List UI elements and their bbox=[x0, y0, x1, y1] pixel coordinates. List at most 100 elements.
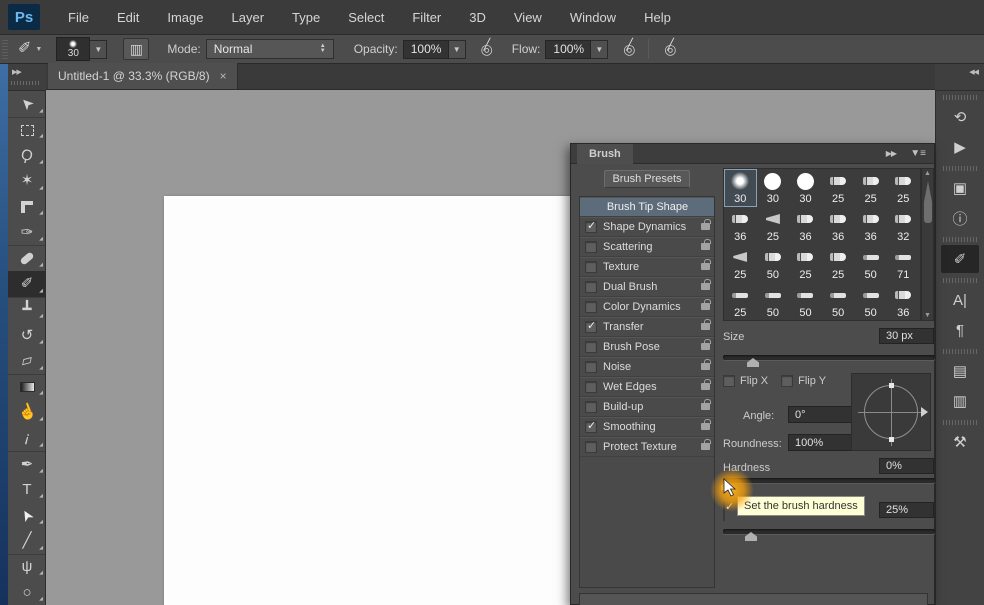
lock-icon[interactable] bbox=[701, 323, 710, 330]
menu-file[interactable]: File bbox=[54, 4, 103, 31]
brush-panel-icon[interactable]: ✐ bbox=[941, 245, 979, 273]
brush-preset[interactable]: 25 bbox=[822, 169, 855, 207]
brush-option-transfer[interactable]: Transfer bbox=[580, 317, 714, 337]
hand-tool[interactable]: ψ◢ bbox=[8, 554, 46, 580]
transfer-checkbox[interactable] bbox=[585, 321, 597, 333]
crop-tool[interactable]: ◢ bbox=[8, 194, 46, 220]
styles-panel-icon[interactable]: ▤ bbox=[941, 357, 979, 385]
shape-dynamics-checkbox[interactable] bbox=[585, 221, 597, 233]
collapse-panel-icon[interactable]: ▶▶ bbox=[886, 149, 896, 158]
lock-icon[interactable] bbox=[701, 343, 710, 350]
brush-preset[interactable]: 25 bbox=[789, 245, 822, 283]
panel-menu-icon[interactable]: ▼≡ bbox=[910, 148, 926, 159]
lock-icon[interactable] bbox=[701, 363, 710, 370]
layer-comps-panel-icon[interactable]: ▥ bbox=[941, 387, 979, 415]
flip-y-checkbox[interactable] bbox=[781, 375, 793, 387]
spacing-value-box[interactable]: 25% bbox=[879, 502, 934, 518]
close-icon[interactable]: × bbox=[220, 69, 227, 83]
hardness-slider[interactable] bbox=[723, 478, 935, 483]
lock-icon[interactable] bbox=[701, 283, 710, 290]
opacity-dropdown-button[interactable]: ▼ bbox=[449, 40, 466, 59]
brush-option-scattering[interactable]: Scattering bbox=[580, 237, 714, 257]
rectangular-marquee-tool[interactable]: ◢ bbox=[8, 117, 46, 143]
eraser-tool[interactable]: ▱◢ bbox=[8, 348, 46, 374]
brush-option-texture[interactable]: Texture bbox=[580, 257, 714, 277]
magic-wand-tool[interactable]: ✶◢ bbox=[8, 168, 46, 194]
brush-tool[interactable]: ✐◢ bbox=[8, 271, 46, 297]
paragraph-panel-icon[interactable]: ¶ bbox=[941, 316, 979, 344]
brush-preset[interactable]: 36 bbox=[822, 207, 855, 245]
menu-type[interactable]: Type bbox=[278, 4, 334, 31]
brush-presets-button[interactable]: Brush Presets bbox=[604, 170, 690, 188]
history-panel-icon[interactable]: ⟲ bbox=[941, 103, 979, 131]
brush-preset[interactable]: 32 bbox=[887, 207, 920, 245]
lock-icon[interactable] bbox=[701, 303, 710, 310]
lock-icon[interactable] bbox=[701, 263, 710, 270]
brush-pose-checkbox[interactable] bbox=[585, 341, 597, 353]
lock-icon[interactable] bbox=[701, 403, 710, 410]
lock-icon[interactable] bbox=[701, 423, 710, 430]
collapse-tools-icon[interactable]: ▶▶ bbox=[12, 68, 21, 76]
line-tool[interactable]: ╱◢ bbox=[8, 528, 46, 554]
flip-x-checkbox[interactable] bbox=[723, 375, 735, 387]
current-tool-button[interactable]: ✐ ▼ bbox=[18, 41, 42, 57]
menu-filter[interactable]: Filter bbox=[398, 4, 455, 31]
flow-dropdown-button[interactable]: ▼ bbox=[591, 40, 608, 59]
lasso-tool[interactable]: Ϙ◢ bbox=[8, 142, 46, 168]
pen-tool[interactable]: ✒◢ bbox=[8, 451, 46, 477]
brush-preset[interactable]: 30 bbox=[724, 169, 757, 207]
scroll-down-icon[interactable]: ▼ bbox=[924, 312, 931, 319]
wet-edges-checkbox[interactable] bbox=[585, 381, 597, 393]
dock-header[interactable]: ◀◀ bbox=[935, 64, 984, 91]
dock-grip[interactable] bbox=[943, 420, 977, 425]
type-tool[interactable]: T◢ bbox=[8, 477, 46, 503]
dock-grip[interactable] bbox=[943, 166, 977, 171]
brush-option-shape-dynamics[interactable]: Shape Dynamics bbox=[580, 217, 714, 237]
tools-panel-header[interactable]: ▶▶ bbox=[8, 64, 46, 91]
hardness-value-box[interactable]: 0% bbox=[879, 458, 934, 474]
brush-preset[interactable]: 25 bbox=[822, 245, 855, 283]
scroll-up-icon[interactable]: ▲ bbox=[924, 170, 931, 177]
dock-grip[interactable] bbox=[943, 349, 977, 354]
brush-preset-dropdown-button[interactable]: ▼ bbox=[90, 40, 107, 59]
size-value-box[interactable]: 30 px bbox=[879, 328, 934, 344]
tools-grip[interactable] bbox=[11, 81, 41, 85]
menu-image[interactable]: Image bbox=[153, 4, 217, 31]
scrollbar-thumb[interactable] bbox=[924, 181, 932, 223]
build-up-checkbox[interactable] bbox=[585, 401, 597, 413]
menu-window[interactable]: Window bbox=[556, 4, 630, 31]
materials-panel-icon[interactable]: ▣ bbox=[941, 174, 979, 202]
brush-preset-picker[interactable]: 30 ▼ bbox=[56, 37, 107, 61]
menu-edit[interactable]: Edit bbox=[103, 4, 153, 31]
brush-option-protect-texture[interactable]: Protect Texture bbox=[580, 437, 714, 457]
angle-arrow-icon[interactable] bbox=[921, 407, 928, 417]
lock-icon[interactable] bbox=[701, 223, 710, 230]
brush-preset[interactable]: 25 bbox=[724, 283, 757, 321]
brush-option-noise[interactable]: Noise bbox=[580, 357, 714, 377]
brush-preset[interactable]: 25 bbox=[854, 169, 887, 207]
options-grip[interactable] bbox=[2, 39, 8, 59]
pressure-opacity-button[interactable]: ◎ bbox=[474, 38, 500, 60]
menu-view[interactable]: View bbox=[500, 4, 556, 31]
menu-3d[interactable]: 3D bbox=[455, 4, 500, 31]
brush-preset[interactable]: 50 bbox=[757, 245, 790, 283]
brush-preset[interactable]: 25 bbox=[887, 169, 920, 207]
move-tool[interactable]: ➤◢ bbox=[8, 91, 46, 117]
brush-preset[interactable]: 36 bbox=[724, 207, 757, 245]
airbrush-button[interactable]: ◎ bbox=[657, 38, 683, 60]
eyedropper-tool[interactable]: ✑◢ bbox=[8, 219, 46, 245]
dock-grip[interactable] bbox=[943, 95, 977, 100]
brush-preset[interactable]: 30 bbox=[789, 169, 822, 207]
brush-tip-shape-item[interactable]: Brush Tip Shape bbox=[580, 197, 714, 217]
mode-select[interactable]: Normal ▲▼ bbox=[206, 39, 334, 59]
opacity-value-box[interactable]: 100% bbox=[403, 40, 449, 59]
spot-healing-brush-tool[interactable]: ◢ bbox=[8, 245, 46, 271]
smudge-tool[interactable]: ☝◢ bbox=[8, 399, 46, 425]
brush-panel-header[interactable]: Brush ▶▶ ▼≡ bbox=[571, 144, 934, 164]
tool-presets-panel-icon[interactable]: ⚒ bbox=[941, 428, 979, 456]
brush-option-wet-edges[interactable]: Wet Edges bbox=[580, 377, 714, 397]
flow-value-box[interactable]: 100% bbox=[545, 40, 591, 59]
actions-panel-icon[interactable]: ▶ bbox=[941, 133, 979, 161]
path-selection-tool[interactable]: ➤◢ bbox=[8, 502, 46, 528]
zoom-tool[interactable]: ○◢ bbox=[8, 579, 46, 605]
